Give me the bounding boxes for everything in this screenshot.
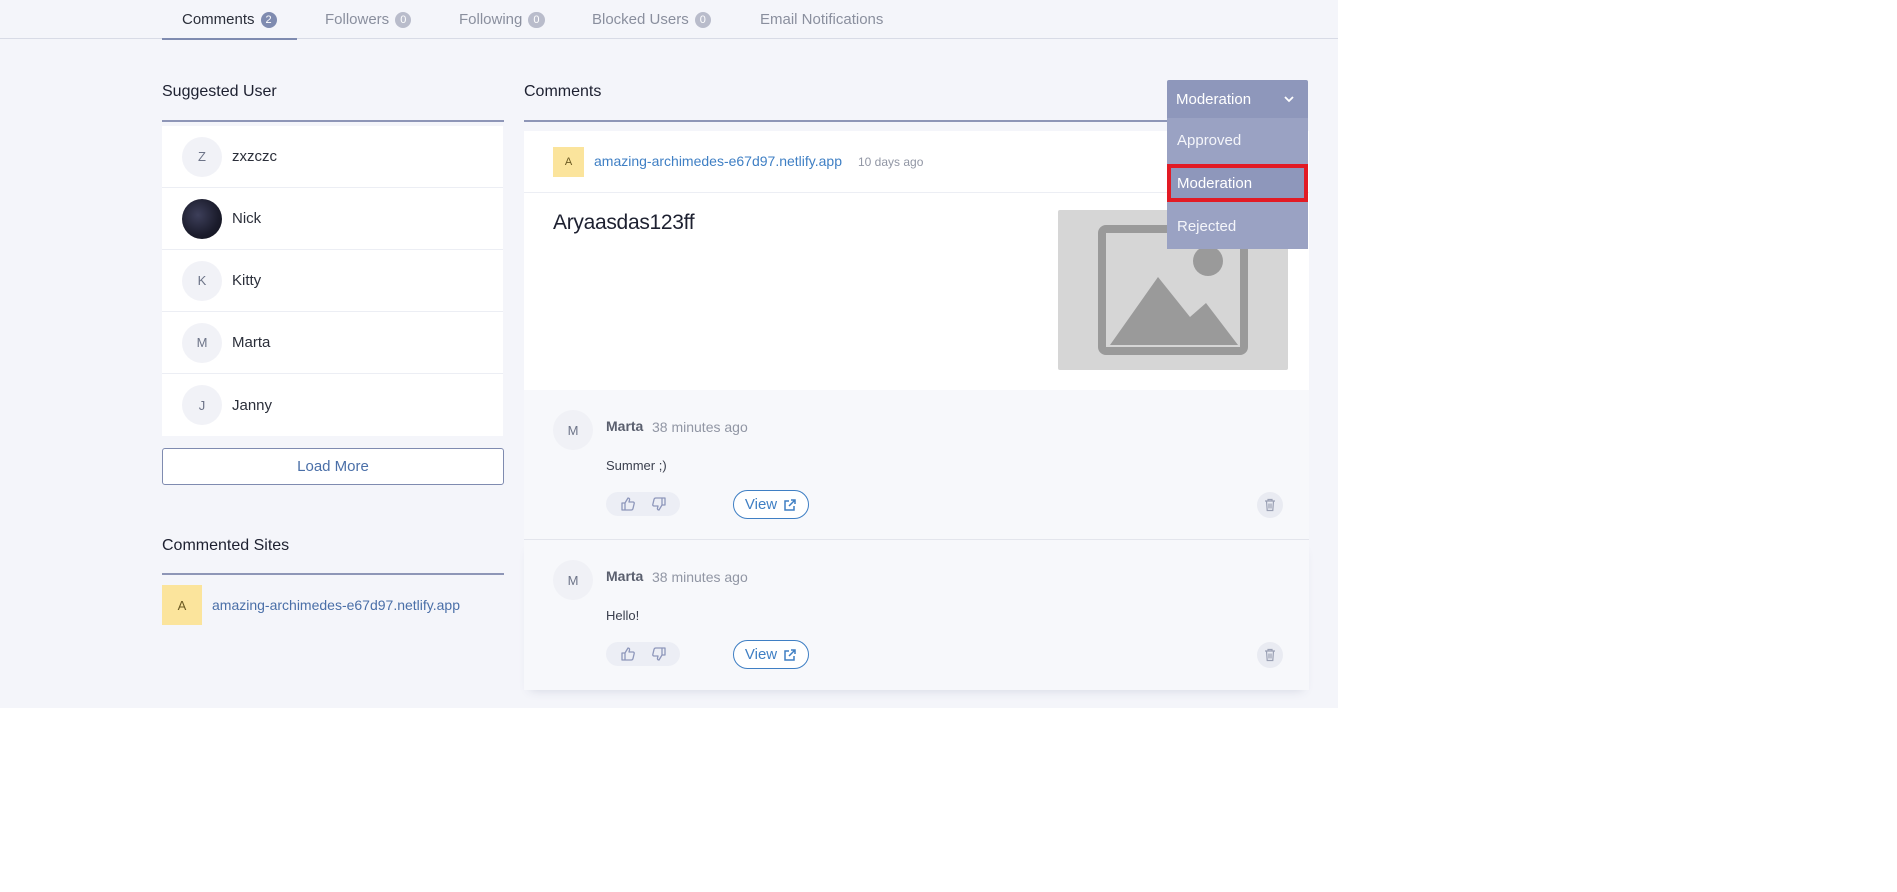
comment-item: M Marta 38 minutes ago Summer ;) View: [524, 390, 1309, 540]
tab-blocked-users[interactable]: Blocked Users 0: [592, 0, 711, 39]
comment-author[interactable]: Marta: [606, 568, 643, 584]
tab-label: Followers: [325, 11, 390, 28]
tab-following[interactable]: Following 0: [459, 0, 545, 39]
comment-author[interactable]: Marta: [606, 418, 643, 434]
user-name: Marta: [232, 334, 271, 351]
section-divider: [162, 120, 504, 122]
comment-timestamp: 38 minutes ago: [652, 569, 748, 585]
chevron-down-icon: [1284, 96, 1294, 103]
tab-comments[interactable]: Comments 2: [162, 0, 297, 40]
comment-item: M Marta 38 minutes ago Hello! View: [524, 540, 1309, 690]
menu-item-rejected[interactable]: Rejected: [1167, 207, 1308, 245]
user-name: Kitty: [232, 272, 262, 289]
tab-followers[interactable]: Followers 0: [325, 0, 412, 39]
user-item[interactable]: K Kitty: [162, 250, 503, 312]
tab-count-badge: 2: [260, 11, 277, 28]
avatar: M: [182, 322, 222, 363]
comments-heading: Comments: [524, 83, 602, 100]
view-label: View: [744, 496, 778, 513]
user-item[interactable]: Nick: [162, 188, 503, 250]
thumbs-up-icon: [620, 497, 635, 511]
menu-item-approved[interactable]: Approved: [1167, 121, 1308, 159]
vote-controls: [606, 492, 680, 516]
external-link-icon: [784, 498, 796, 511]
commented-site-item[interactable]: A amazing-archimedes-e67d97.netlify.app: [162, 585, 503, 625]
suggested-user-list: Z zxzczc Nick K Kitty M Marta J Janny: [162, 126, 503, 436]
profile-tabs: Comments 2 Followers 0 Following 0 Block…: [0, 0, 1338, 40]
section-divider: [524, 120, 1167, 122]
tab-label: Email Notifications: [760, 11, 884, 28]
avatar: J: [182, 385, 222, 425]
commented-sites-heading: Commented Sites: [162, 537, 290, 554]
user-item[interactable]: Z zxzczc: [162, 126, 503, 188]
delete-comment-button[interactable]: [1257, 642, 1283, 668]
post-timestamp: 10 days ago: [858, 155, 924, 169]
dropdown-selected-label: Moderation: [1176, 90, 1252, 108]
comment-text: Summer ;): [606, 458, 667, 473]
trash-icon: [1265, 498, 1275, 512]
avatar: M: [553, 560, 593, 600]
post-title: Aryaasdas123ff: [553, 211, 695, 234]
tab-count-badge: 0: [694, 11, 711, 28]
tab-label: Comments: [182, 11, 255, 28]
suggested-user-heading: Suggested User: [162, 83, 277, 100]
user-item[interactable]: M Marta: [162, 312, 503, 374]
status-filter-menu: Approved Moderation Rejected: [1167, 118, 1308, 249]
upvote-button[interactable]: [617, 493, 639, 515]
thumbs-down-icon: [651, 647, 666, 661]
tab-label: Following: [459, 11, 523, 28]
external-link-icon: [784, 648, 796, 661]
post-site-link[interactable]: amazing-archimedes-e67d97.netlify.app: [594, 153, 842, 169]
site-badge: A: [553, 147, 584, 177]
section-divider: [162, 573, 504, 575]
upvote-button[interactable]: [617, 643, 639, 665]
comment-timestamp: 38 minutes ago: [652, 419, 748, 435]
status-filter-dropdown[interactable]: Moderation: [1167, 80, 1308, 118]
thumbs-down-icon: [651, 497, 666, 511]
user-name: zxzczc: [232, 148, 277, 165]
tab-email-notifications[interactable]: Email Notifications: [760, 0, 883, 39]
user-name: Nick: [232, 210, 262, 227]
comment-text: Hello!: [606, 608, 640, 623]
user-name: Janny: [232, 396, 273, 414]
view-label: View: [744, 646, 778, 663]
user-item[interactable]: J Janny: [162, 374, 503, 436]
view-comment-button[interactable]: View: [733, 640, 809, 669]
site-link[interactable]: amazing-archimedes-e67d97.netlify.app: [212, 597, 460, 613]
view-comment-button[interactable]: View: [733, 490, 809, 519]
tab-count-badge: 0: [395, 11, 412, 28]
downvote-button[interactable]: [648, 493, 670, 515]
app-root: Comments 2 Followers 0 Following 0 Block…: [0, 0, 1338, 708]
vote-controls: [606, 642, 680, 666]
avatar: K: [182, 260, 222, 301]
trash-icon: [1265, 648, 1275, 662]
thumbs-up-icon: [620, 647, 635, 661]
delete-comment-button[interactable]: [1257, 492, 1283, 518]
tab-label: Blocked Users: [592, 11, 689, 28]
avatar: M: [553, 410, 593, 450]
avatar: Z: [182, 136, 222, 177]
load-more-button[interactable]: Load More: [162, 448, 504, 485]
avatar: [182, 198, 222, 239]
tab-count-badge: 0: [528, 11, 545, 28]
site-badge: A: [162, 585, 202, 625]
downvote-button[interactable]: [648, 643, 670, 665]
menu-item-moderation[interactable]: Moderation: [1167, 164, 1308, 202]
